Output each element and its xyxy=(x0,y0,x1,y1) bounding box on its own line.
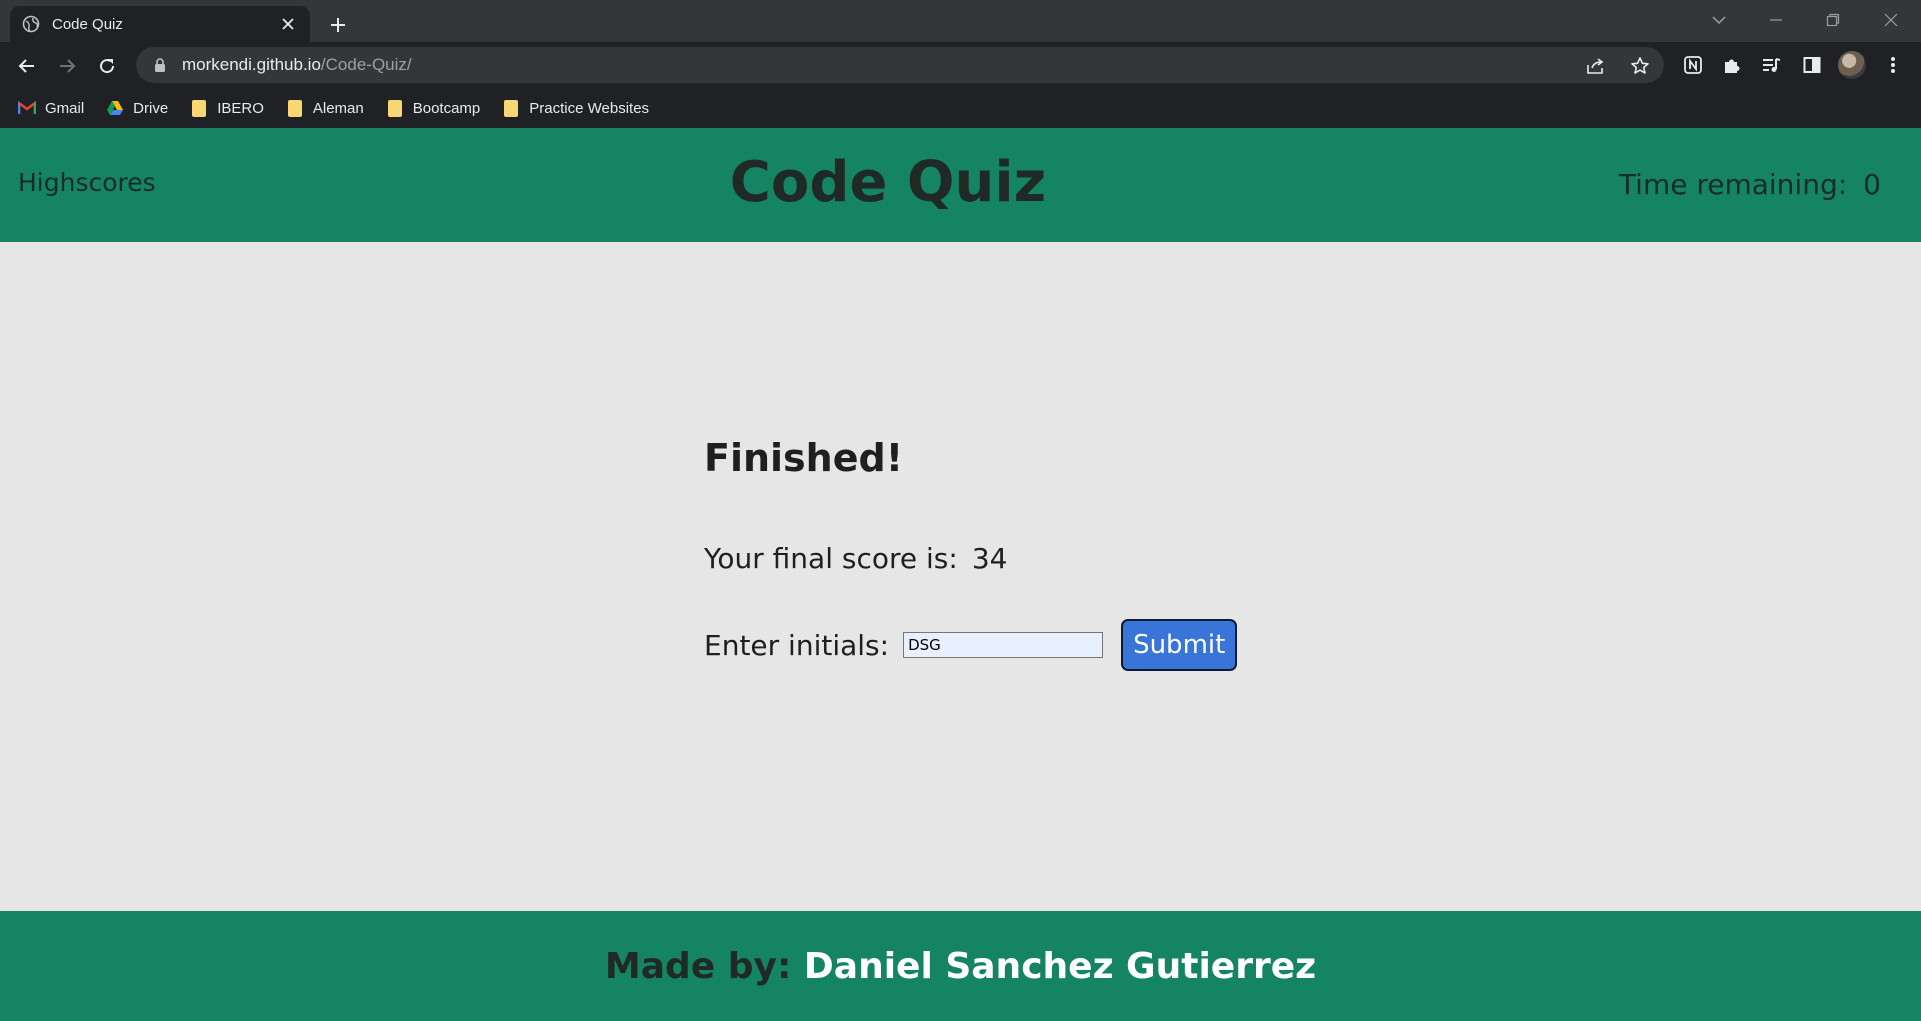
final-score: Your final score is: 34 xyxy=(704,542,1404,575)
bookmark-folder-aleman[interactable]: Aleman xyxy=(286,99,364,117)
notion-extension-icon[interactable] xyxy=(1678,50,1708,80)
share-icon[interactable] xyxy=(1584,54,1608,78)
time-remaining: Time remaining: 0 xyxy=(1619,168,1881,201)
globe-icon xyxy=(22,15,40,33)
quiz-header: Highscores Code Quiz Time remaining: 0 xyxy=(0,128,1921,242)
restore-icon[interactable] xyxy=(1818,8,1848,32)
bookmark-label: Aleman xyxy=(312,99,364,117)
kebab-menu-icon[interactable] xyxy=(1878,50,1908,80)
tab-title: Code Quiz xyxy=(52,15,123,33)
extensions-puzzle-icon[interactable] xyxy=(1717,50,1747,80)
browser-tab[interactable]: Code Quiz xyxy=(10,6,310,42)
profile-avatar[interactable] xyxy=(1838,51,1866,79)
bookmark-label: IBERO xyxy=(217,99,264,117)
bookmark-folder-ibero[interactable]: IBERO xyxy=(190,99,264,117)
author-name: Daniel Sanchez Gutierrez xyxy=(803,945,1317,987)
bookmark-drive[interactable]: Drive xyxy=(106,99,168,117)
address-bar[interactable]: morkendi.github.io/Code-Quiz/ xyxy=(136,47,1664,83)
minimize-icon[interactable] xyxy=(1761,8,1791,32)
back-arrow-icon[interactable] xyxy=(12,51,42,81)
folder-icon xyxy=(386,99,404,117)
side-panel-icon[interactable] xyxy=(1797,50,1827,80)
close-window-icon[interactable] xyxy=(1876,8,1906,32)
submit-button[interactable]: Submit xyxy=(1121,619,1238,671)
time-remaining-label: Time remaining: xyxy=(1618,168,1848,201)
forward-arrow-icon[interactable] xyxy=(52,51,82,81)
new-tab-icon[interactable] xyxy=(324,11,352,39)
url-host: morkendi.github.io xyxy=(182,55,321,74)
browser-tab-strip: Code Quiz xyxy=(0,0,1921,42)
bookmark-folder-bootcamp[interactable]: Bootcamp xyxy=(386,99,481,117)
bookmark-label: Bootcamp xyxy=(412,99,481,117)
folder-icon xyxy=(286,99,304,117)
tab-search-chevron-icon[interactable] xyxy=(1704,8,1734,32)
drive-icon xyxy=(106,99,124,117)
folder-icon xyxy=(502,99,520,117)
bookmark-label: Gmail xyxy=(45,99,85,117)
url-path: /Code-Quiz/ xyxy=(320,55,412,74)
lock-icon[interactable] xyxy=(152,57,168,73)
time-remaining-value: 0 xyxy=(1863,168,1881,201)
initials-input[interactable] xyxy=(903,632,1104,658)
page-footer: Made by: Daniel Sanchez Gutierrez xyxy=(0,911,1921,1021)
finished-heading: Finished! xyxy=(704,436,904,480)
final-score-value: 34 xyxy=(971,542,1008,575)
gmail-icon xyxy=(18,99,36,117)
bookmark-gmail[interactable]: Gmail xyxy=(18,99,84,117)
media-playlist-icon[interactable] xyxy=(1756,50,1786,80)
close-tab-icon[interactable] xyxy=(278,14,298,34)
page-title: Code Quiz xyxy=(729,150,1047,215)
made-by-label: Made by: xyxy=(604,945,792,987)
footer-credit: Made by: Daniel Sanchez Gutierrez xyxy=(605,946,1316,987)
bookmark-folder-practice-websites[interactable]: Practice Websites xyxy=(502,99,649,117)
quiz-result: Finished! Your final score is: 34 Enter i… xyxy=(704,436,1404,671)
browser-toolbar: morkendi.github.io/Code-Quiz/ xyxy=(0,42,1921,88)
initials-form: Enter initials: Submit xyxy=(704,619,1404,671)
final-score-label: Your final score is: xyxy=(704,542,958,575)
bookmark-label: Drive xyxy=(133,99,169,117)
reload-icon[interactable] xyxy=(92,51,122,81)
bookmark-star-icon[interactable] xyxy=(1628,54,1652,78)
bookmark-label: Practice Websites xyxy=(529,99,650,117)
url-text: morkendi.github.io/Code-Quiz/ xyxy=(182,55,412,75)
bookmarks-bar: Gmail Drive IBERO Aleman Bootcamp Practi… xyxy=(0,88,1921,128)
folder-icon xyxy=(190,99,208,117)
initials-label: Enter initials: xyxy=(704,628,890,662)
